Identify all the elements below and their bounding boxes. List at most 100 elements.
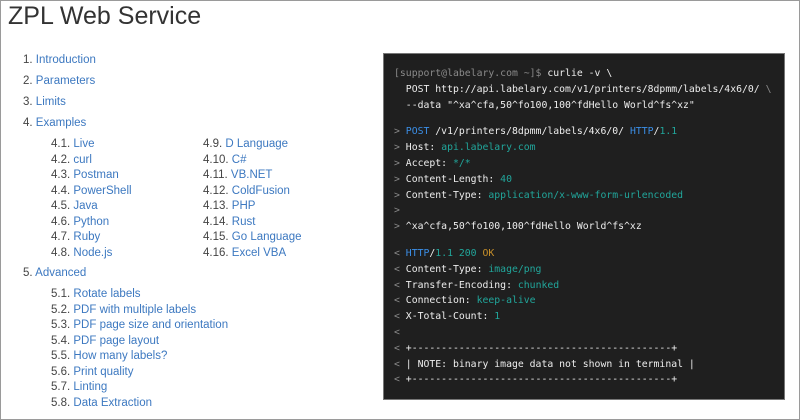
terminal-line: < +-------------------------------------…	[394, 341, 772, 357]
terminal-token: application/x-www-form-urlencoded	[488, 189, 684, 201]
toc-number: 3.	[23, 96, 36, 108]
terminal-line: POST http://api.labelary.com/v1/printers…	[394, 82, 772, 98]
toc-link-powershell[interactable]: PowerShell	[73, 185, 131, 197]
toc-number: 4.16.	[203, 246, 232, 259]
toc-link-pdf-with-multiple-labels[interactable]: PDF with multiple labels	[73, 304, 196, 316]
toc-link-introduction[interactable]: Introduction	[36, 54, 96, 66]
toc-link-advanced[interactable]: Advanced	[35, 267, 86, 279]
terminal-token: HTTP	[629, 126, 654, 138]
toc-link-linting[interactable]: Linting	[73, 381, 107, 393]
toc-link-python[interactable]: Python	[73, 216, 109, 228]
toc-number: 2.	[23, 75, 36, 87]
toc-subitem: 4.7. Ruby	[51, 231, 100, 243]
toc-number: 4.14.	[203, 215, 232, 228]
toc-number: 5.3.	[51, 319, 74, 331]
toc-number: 5.7.	[51, 381, 74, 393]
toc-number: 4.12.	[203, 184, 232, 197]
toc-link-pdf-page-layout[interactable]: PDF page layout	[73, 335, 159, 347]
toc-link-php[interactable]: PHP	[232, 200, 256, 212]
toc-subitem: 4.9. D Language	[203, 138, 288, 150]
terminal-token: >	[394, 126, 406, 138]
toc-link-rust[interactable]: Rust	[232, 216, 256, 228]
terminal-token: <	[394, 342, 406, 354]
toc-number: 1.	[23, 54, 36, 66]
toc-subitem: 4.11. VB.NET	[203, 169, 272, 181]
toc-link-node-js[interactable]: Node.js	[73, 247, 112, 259]
terminal-token: chunked	[517, 279, 560, 291]
toc-subitem: 4.12. ColdFusion	[203, 185, 290, 197]
toc-link-limits[interactable]: Limits	[36, 96, 66, 108]
toc-number: 4.2.	[51, 153, 74, 166]
terminal-token: Transfer-Encoding:	[405, 279, 518, 291]
toc-link-parameters[interactable]: Parameters	[36, 75, 95, 87]
toc-number: 4.1.	[51, 138, 74, 150]
toc-link-examples[interactable]: Examples	[36, 117, 87, 129]
terminal-line: < HTTP/1.1 200 OK	[394, 246, 772, 262]
terminal-line: <	[394, 325, 772, 341]
terminal-token: Content-Type:	[405, 263, 489, 275]
toc-link-ruby[interactable]: Ruby	[73, 231, 100, 243]
toc-link-vb-net[interactable]: VB.NET	[231, 169, 273, 181]
toc-link-postman[interactable]: Postman	[73, 169, 118, 181]
toc-subitem: 4.4. PowerShell	[51, 185, 132, 197]
toc-link-how-many-labels[interactable]: How many labels?	[73, 350, 167, 362]
terminal-line: < Connection: keep-alive	[394, 293, 772, 309]
toc-link-excel-vba[interactable]: Excel VBA	[232, 247, 286, 259]
toc-link-rotate-labels[interactable]: Rotate labels	[73, 288, 140, 300]
toc-link-curl[interactable]: curl	[73, 154, 92, 166]
toc-number: 5.1.	[51, 288, 74, 300]
terminal-line: < Transfer-Encoding: chunked	[394, 278, 772, 294]
toc-link-coldfusion[interactable]: ColdFusion	[232, 185, 290, 197]
terminal-line: --data "^xa^cfa,50^fo100,100^fdHello Wor…	[394, 98, 772, 114]
toc-link-pdf-page-size-and-orientation[interactable]: PDF page size and orientation	[73, 319, 228, 331]
terminal-token: /v1/printers/8dpmm/labels/4x6/0/	[429, 126, 630, 138]
terminal-token: +---------------------------------------…	[405, 374, 678, 386]
toc-number: 4.	[23, 117, 36, 129]
toc-subitem: 5.2. PDF with multiple labels	[51, 304, 196, 316]
terminal-token: [support@labelary.com ~]$	[394, 68, 548, 79]
terminal-token: 40	[500, 173, 512, 185]
toc-subitem: 5.8. Data Extraction	[51, 397, 152, 409]
toc-number: 5.8.	[51, 396, 74, 409]
toc-subitem: 5.6. Print quality	[51, 366, 133, 378]
toc-number: 4.15.	[203, 231, 232, 243]
terminal-token: 1	[494, 311, 501, 323]
toc-subitem: 4.13. PHP	[203, 200, 255, 212]
terminal-token: <	[394, 247, 406, 259]
terminal-token: --data "^xa^cfa,50^fo100,100^fdHello Wor…	[394, 99, 695, 111]
terminal-token: >	[394, 157, 406, 169]
terminal-token: X-Total-Count:	[405, 311, 495, 323]
toc-link-print-quality[interactable]: Print quality	[73, 366, 133, 378]
terminal-token: | NOTE: binary image data not shown in t…	[405, 358, 695, 370]
toc-number: 4.7.	[51, 231, 74, 243]
terminal-token: keep-alive	[476, 295, 536, 307]
terminal-token: Connection:	[405, 295, 477, 307]
terminal-line: > Content-Length: 40	[394, 172, 772, 188]
toc-link-live[interactable]: Live	[73, 138, 94, 150]
terminal-token: 1.1	[659, 126, 678, 138]
toc-number: 5.5.	[51, 350, 74, 362]
toc-number: 4.9.	[203, 138, 226, 150]
terminal-token: HTTP	[405, 247, 430, 259]
toc-link-java[interactable]: Java	[73, 200, 97, 212]
toc-subitem: 5.4. PDF page layout	[51, 335, 159, 347]
terminal-token: 1.1 200	[435, 247, 483, 259]
toc-link-data-extraction[interactable]: Data Extraction	[73, 397, 152, 409]
terminal-token: >	[394, 173, 406, 185]
toc-item: 4. Examples	[23, 117, 86, 129]
terminal-line: < | NOTE: binary image data not shown in…	[394, 357, 772, 373]
terminal-token: image/png	[488, 263, 542, 275]
terminal-token: <	[394, 279, 406, 291]
toc-item: 1. Introduction	[23, 54, 96, 66]
terminal-token: >	[394, 205, 400, 217]
toc-link-d-language[interactable]: D Language	[225, 138, 288, 150]
toc-subitem: 4.5. Java	[51, 200, 98, 212]
terminal-token: >	[394, 189, 406, 201]
toc-link-go-language[interactable]: Go Language	[232, 231, 302, 243]
terminal-line: > Accept: */*	[394, 156, 772, 172]
terminal-line: < +-------------------------------------…	[394, 372, 772, 388]
toc-subitem: 4.2. curl	[51, 154, 92, 166]
terminal-line: [support@labelary.com ~]$ curlie -v \	[394, 66, 772, 82]
toc-link-c[interactable]: C#	[232, 154, 247, 166]
terminal-line: > ^xa^cfa,50^fo100,100^fdHello World^fs^…	[394, 219, 772, 235]
